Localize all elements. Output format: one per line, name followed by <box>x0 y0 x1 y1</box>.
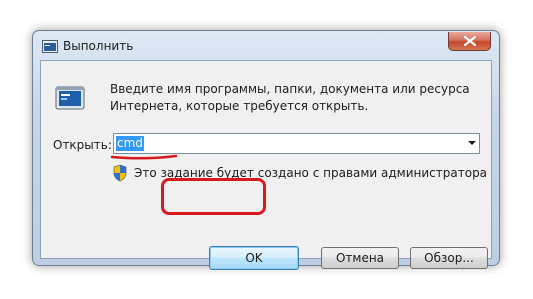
window-title: Выполнить <box>63 39 134 53</box>
dialog-description: Введите имя программы, папки, документа … <box>110 82 470 113</box>
run-program-icon <box>55 86 85 110</box>
open-label: Открыть: <box>53 138 112 152</box>
browse-button[interactable]: Обзор... <box>410 247 488 269</box>
run-dialog: Выполнить Введите имя программы, папки, … <box>32 30 500 270</box>
close-icon <box>464 36 476 46</box>
page: Выполнить Введите имя программы, папки, … <box>0 0 533 299</box>
open-input-value[interactable]: cmd <box>116 136 144 151</box>
shield-icon <box>113 164 127 182</box>
run-icon <box>42 40 58 53</box>
chevron-down-icon[interactable] <box>468 141 476 145</box>
ok-highlight-box <box>161 178 266 215</box>
dialog-body: Введите имя программы, папки, документа … <box>40 60 492 270</box>
cancel-button[interactable]: Отмена <box>321 247 399 269</box>
open-combobox[interactable]: cmd <box>113 133 480 154</box>
close-button[interactable] <box>448 32 491 51</box>
ok-button[interactable]: OK <box>209 246 299 270</box>
highlight-underline <box>110 154 178 160</box>
title-bar[interactable]: Выполнить <box>33 31 499 59</box>
button-row: OK Отмена Обзор... <box>41 229 491 270</box>
